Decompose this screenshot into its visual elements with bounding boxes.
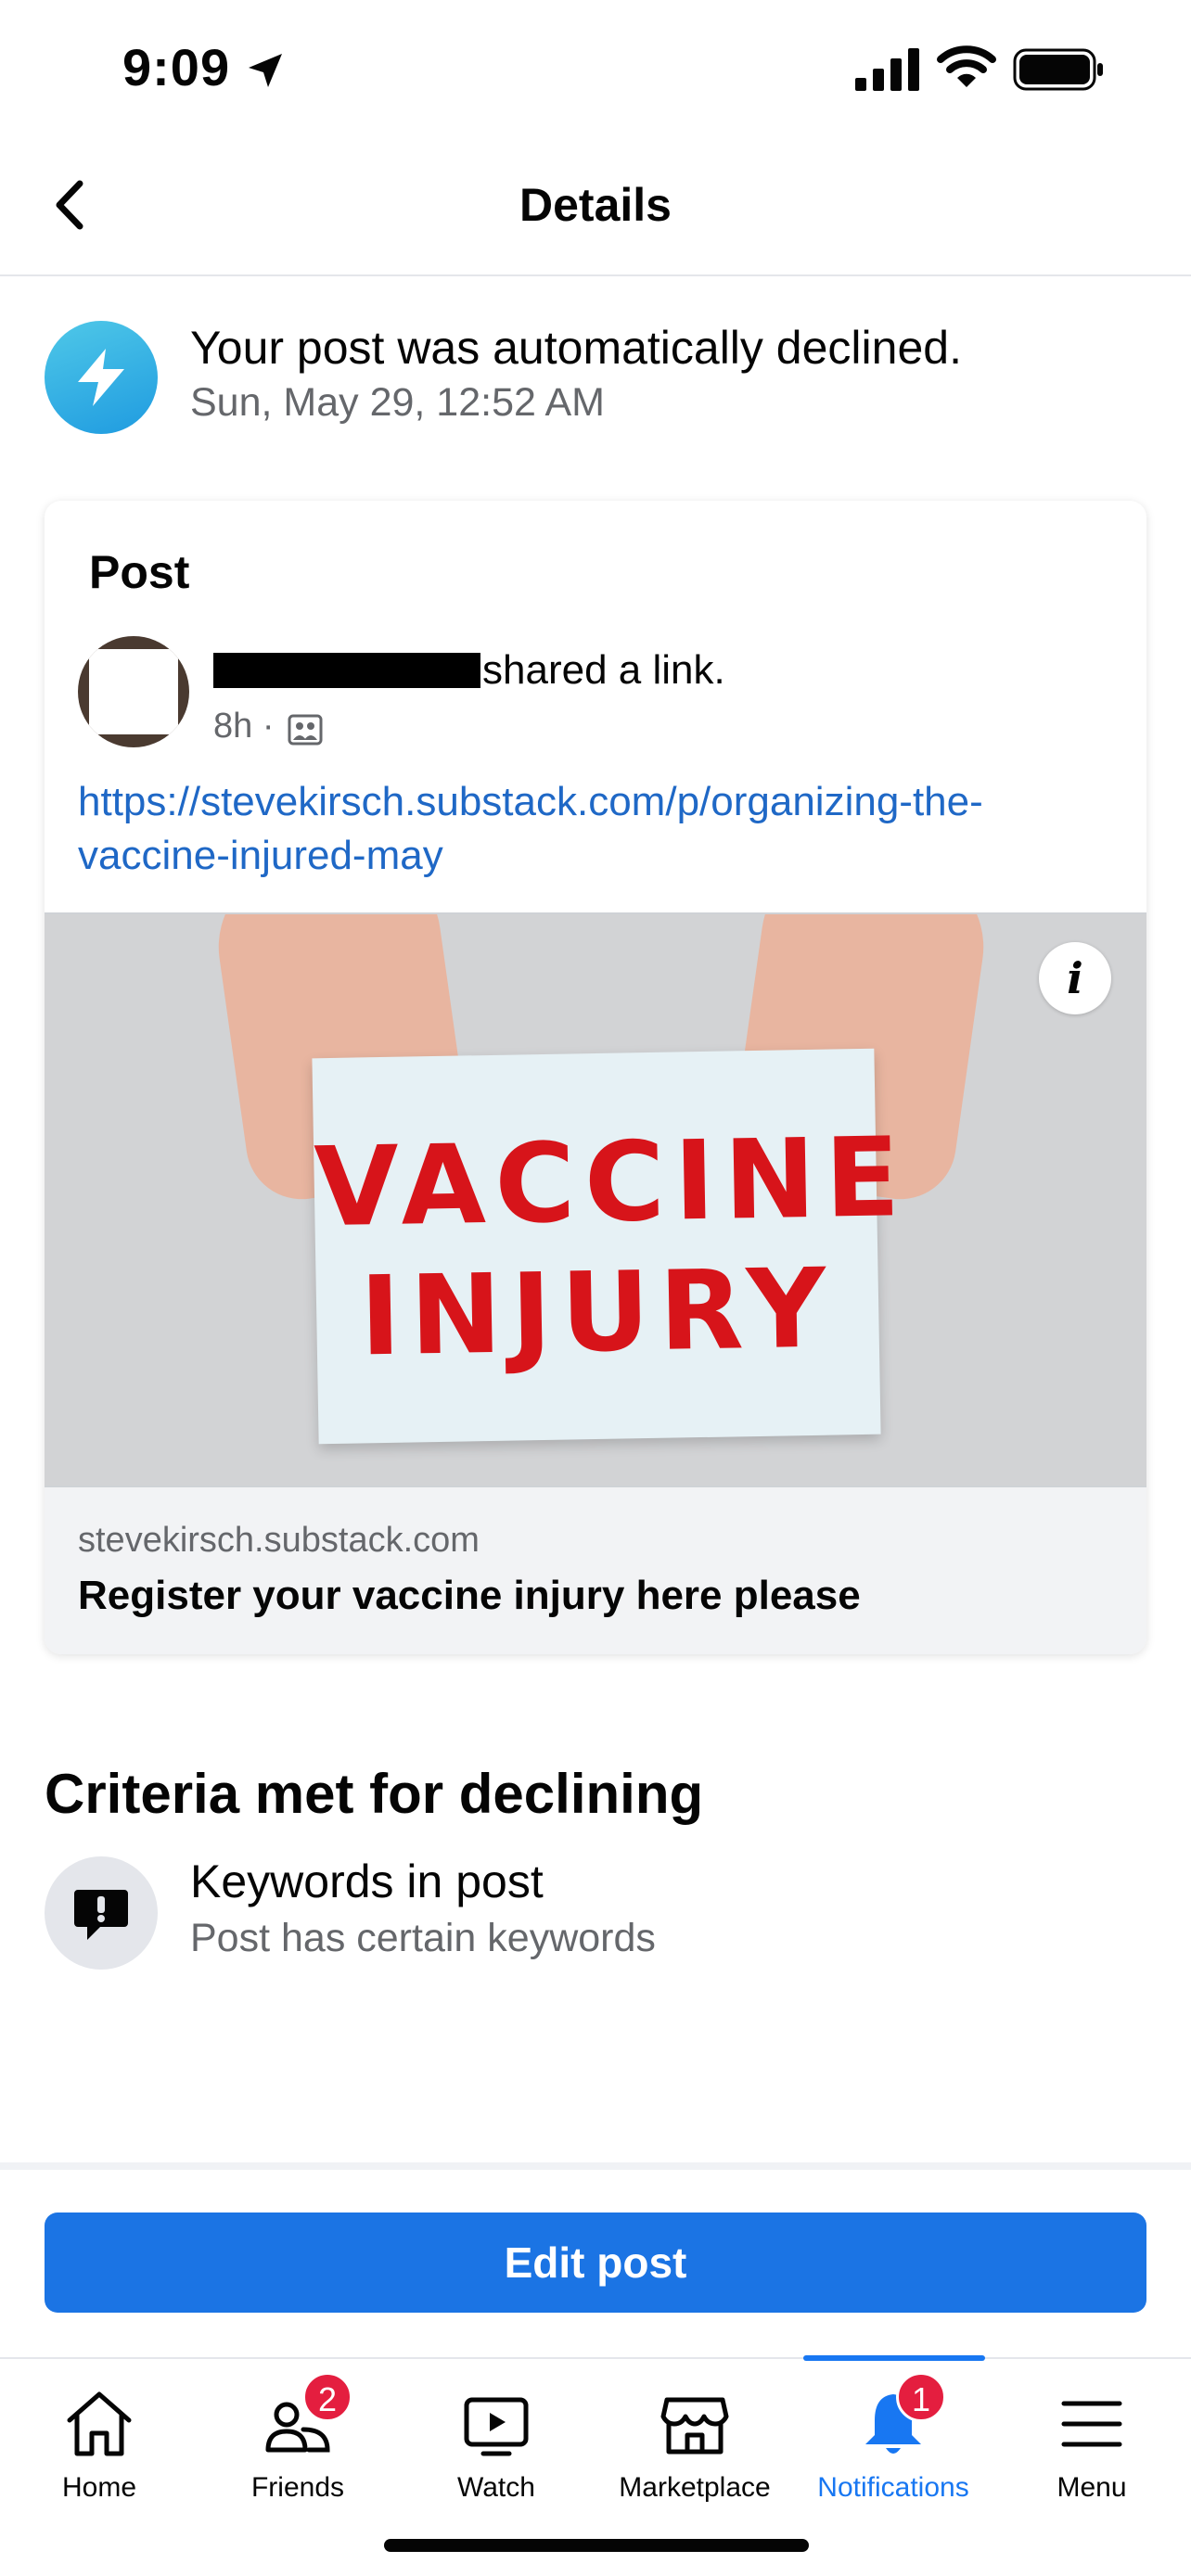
wifi-icon [937,45,996,87]
watch-icon [464,2397,529,2456]
tab-menu-label: Menu [1057,2472,1127,2503]
tab-notifications-label: Notifications [817,2472,969,2503]
tab-home-label: Home [61,2472,137,2503]
status-time: 9:09 [122,38,231,96]
cellular-signal-icon [855,48,919,91]
marketplace-icon [660,2397,729,2455]
menu-icon [1061,2401,1122,2447]
criteria-item-title: Keywords in post [190,1855,544,1907]
lightning-bolt-icon [45,321,158,434]
home-indicator [384,2539,809,2552]
post-section-label: Post [89,546,190,598]
author-action-text: shared a link. [482,647,725,693]
tab-menu[interactable]: Menu [992,2359,1191,2517]
notice-title: Your post was automatically declined. [190,322,962,374]
tab-marketplace-label: Marketplace [619,2472,771,2503]
avatar[interactable] [78,636,189,747]
info-button[interactable]: i [1039,942,1111,1014]
edit-post-button[interactable]: Edit post [45,2213,1146,2313]
location-arrow-icon [249,54,282,87]
tab-notifications[interactable]: 1 Notifications [794,2359,992,2517]
info-icon: i [1067,953,1083,1003]
page-title: Details [519,179,672,231]
tab-watch-label: Watch [457,2472,535,2503]
avatar-redaction [89,649,178,734]
post-age: 8h · [213,707,275,746]
notifications-badge: 1 [896,2372,946,2422]
post-link-url[interactable]: https://stevekirsch.substack.com/p/organ… [78,775,1108,883]
tab-friends[interactable]: 2 Friends [198,2359,397,2517]
criteria-heading: Criteria met for declining [45,1763,704,1825]
status-bar: 9:09 [0,0,1191,139]
friends-badge: 2 [302,2372,352,2422]
sign-text-line2: INJURY [358,1243,837,1381]
divider [0,2162,1191,2170]
post-card: Post shared a link. 8h · https://steveki… [45,501,1146,1654]
link-preview-image[interactable]: VACCINE INJURY i [45,912,1146,1487]
sign-text-line1: VACCINE [313,1113,911,1252]
navigation-header: Details [0,139,1191,276]
author-name-redaction [213,653,480,688]
comment-exclamation-icon [45,1856,158,1970]
link-domain: stevekirsch.substack.com [78,1521,480,1560]
battery-icon [1013,48,1103,91]
link-title: Register your vaccine injury here please [78,1573,861,1618]
criteria-item-description: Post has certain keywords [190,1916,656,1960]
tab-home[interactable]: Home [0,2359,198,2517]
link-preview-footer[interactable]: stevekirsch.substack.com Register your v… [45,1487,1146,1654]
home-icon [67,2391,132,2456]
audience-group-icon [288,714,323,746]
tab-friends-label: Friends [250,2472,345,2503]
tab-marketplace[interactable]: Marketplace [596,2359,794,2517]
tab-watch[interactable]: Watch [397,2359,596,2517]
notice-timestamp: Sun, May 29, 12:52 AM [190,380,605,425]
vaccine-injury-sign: VACCINE INJURY [312,1048,911,1445]
